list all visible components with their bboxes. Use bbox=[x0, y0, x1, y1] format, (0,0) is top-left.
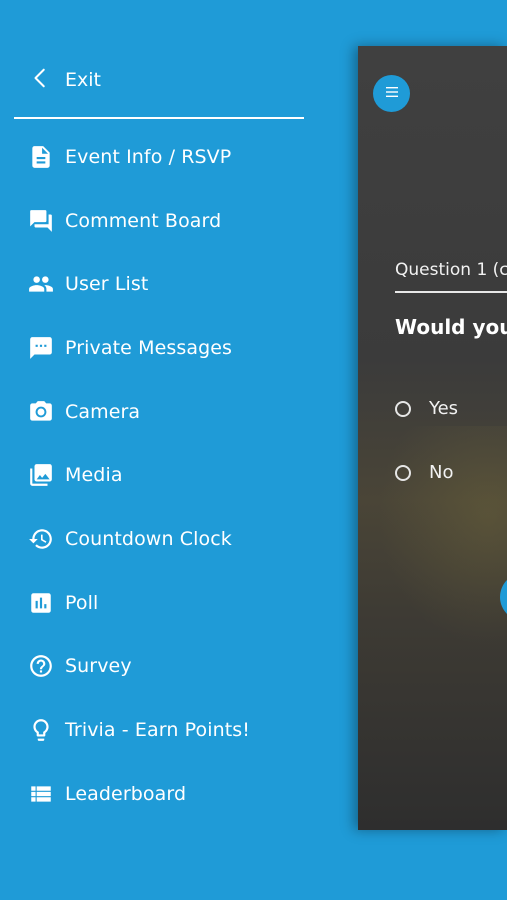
radio-yes[interactable] bbox=[395, 400, 411, 417]
camera-icon bbox=[28, 399, 54, 425]
sidebar-item-label: Poll bbox=[65, 591, 99, 614]
sidebar-item-poll[interactable]: Poll bbox=[0, 571, 330, 635]
sidebar-item-label: Comment Board bbox=[65, 209, 222, 232]
sidebar-item-label: Camera bbox=[65, 400, 141, 423]
message-icon bbox=[28, 335, 54, 361]
sidebar-item-label: User List bbox=[65, 273, 149, 296]
sidebar-item-event-info[interactable]: Event Info / RSVP bbox=[0, 125, 330, 189]
document-icon bbox=[28, 144, 54, 170]
exit-label: Exit bbox=[65, 69, 101, 91]
sidebar-item-camera[interactable]: Camera bbox=[0, 380, 330, 444]
sidebar-item-label: Media bbox=[65, 464, 123, 487]
option-yes[interactable]: Yes bbox=[395, 398, 458, 419]
history-clock-icon bbox=[28, 526, 54, 552]
option-label: Yes bbox=[429, 398, 459, 419]
content-panel[interactable]: Question 1 (c Would you representa Yes N… bbox=[358, 46, 507, 830]
radio-no[interactable] bbox=[395, 464, 411, 481]
sidebar-item-media[interactable]: Media bbox=[0, 443, 330, 507]
background-glow bbox=[378, 426, 507, 646]
users-icon bbox=[28, 271, 54, 297]
sidebar-item-countdown-clock[interactable]: Countdown Clock bbox=[0, 507, 330, 571]
sidebar-item-label: Leaderboard bbox=[65, 782, 187, 805]
hamburger-icon bbox=[384, 84, 400, 104]
sidebar-item-label: Countdown Clock bbox=[65, 527, 232, 550]
sidebar-item-leaderboard[interactable]: Leaderboard bbox=[0, 762, 330, 826]
menu-toggle-button[interactable] bbox=[373, 75, 410, 112]
exit-button[interactable]: Exit bbox=[30, 62, 101, 98]
sidebar-item-label: Survey bbox=[65, 655, 132, 678]
chat-icon bbox=[28, 208, 54, 234]
question-divider bbox=[395, 291, 507, 293]
list-icon bbox=[28, 781, 54, 807]
sidebar-item-user-list[interactable]: User List bbox=[0, 252, 330, 316]
bar-chart-icon bbox=[28, 590, 54, 616]
sidebar-divider bbox=[14, 117, 304, 119]
question-number: Question 1 (c bbox=[395, 260, 507, 280]
sidebar-item-private-messages[interactable]: Private Messages bbox=[0, 316, 330, 380]
sidebar-item-comment-board[interactable]: Comment Board bbox=[0, 189, 330, 253]
chevron-left-icon bbox=[30, 67, 52, 93]
option-no[interactable]: No bbox=[395, 462, 453, 483]
sidebar-menu: Event Info / RSVP Comment Board User Lis… bbox=[0, 125, 330, 826]
sidebar-item-label: Event Info / RSVP bbox=[65, 145, 232, 168]
sidebar-item-label: Trivia - Earn Points! bbox=[65, 719, 251, 742]
image-gallery-icon bbox=[28, 462, 54, 488]
question-circle-icon bbox=[28, 653, 54, 679]
sidebar-item-trivia[interactable]: Trivia - Earn Points! bbox=[0, 698, 330, 762]
option-label: No bbox=[429, 462, 454, 483]
lightbulb-icon bbox=[28, 717, 54, 743]
sidebar-item-survey[interactable]: Survey bbox=[0, 635, 330, 699]
sidebar-item-label: Private Messages bbox=[65, 336, 233, 359]
question-text: Would you representa bbox=[395, 315, 507, 339]
